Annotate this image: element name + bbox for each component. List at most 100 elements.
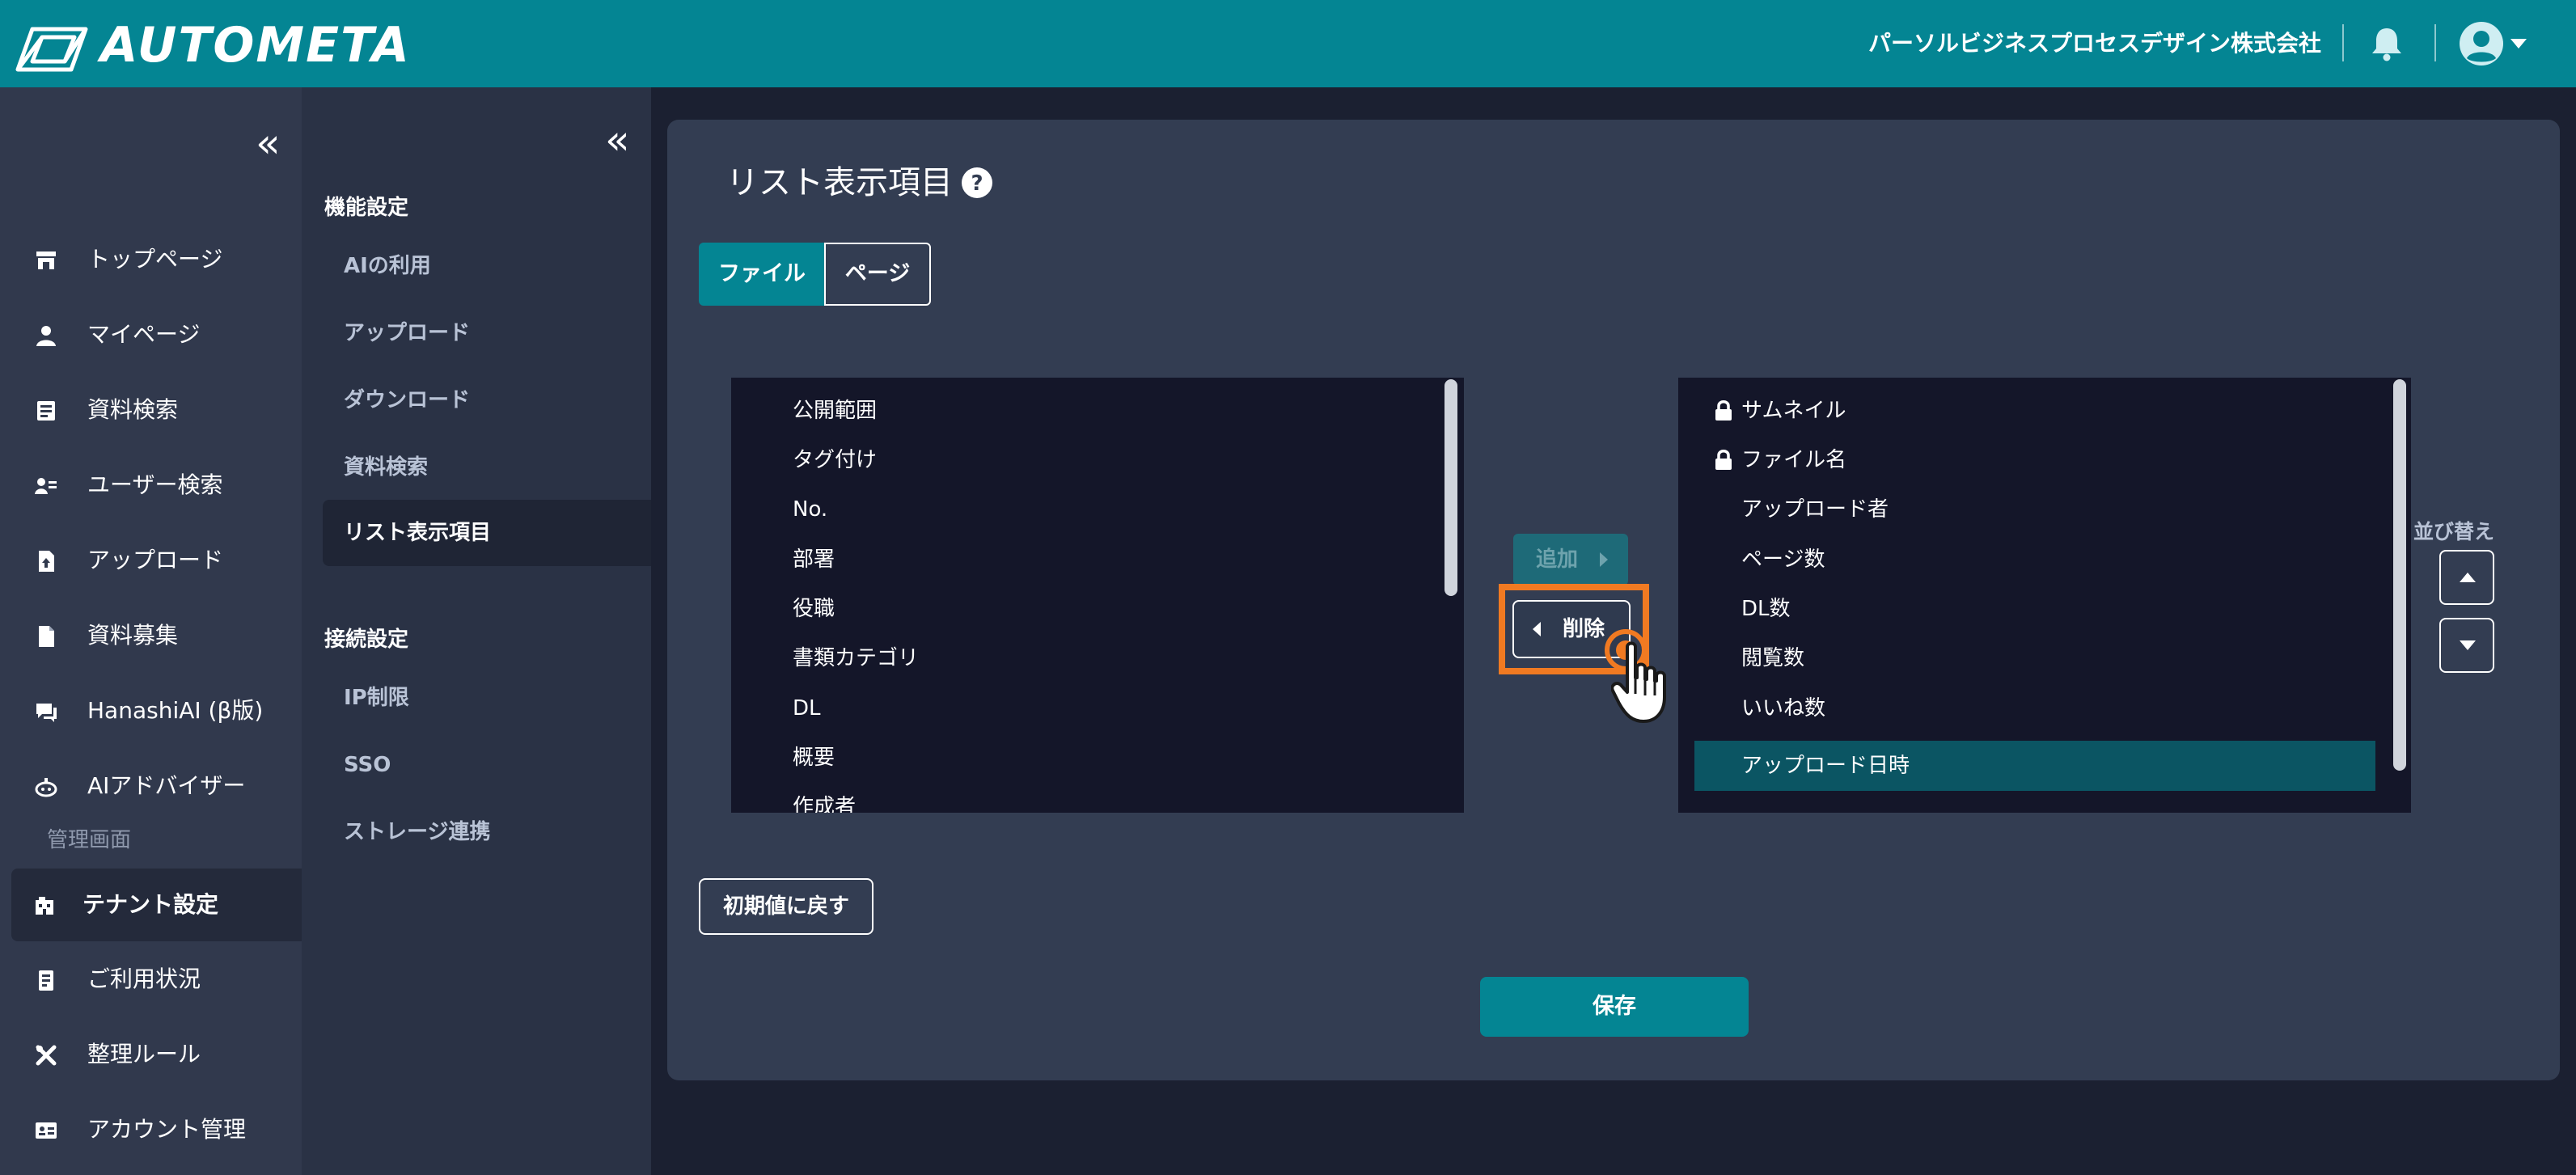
list-item[interactable]: 作成者 xyxy=(731,782,1464,813)
add-button-label: 追加 xyxy=(1536,547,1579,572)
sidebar-item-label: HanashiAI (β版) xyxy=(87,697,264,724)
feature-settings-heading: 機能設定 xyxy=(324,196,409,220)
list-item[interactable]: いいね数 xyxy=(1678,683,2411,733)
list-item-label: 閲覧数 xyxy=(1741,646,1805,670)
subsidebar-item-sso[interactable]: SSO xyxy=(323,732,651,798)
sidebar-item-usage[interactable]: ご利用状況 xyxy=(0,943,302,1016)
list-item[interactable]: DL xyxy=(731,683,1464,733)
sidebar-item-top[interactable]: トップページ xyxy=(0,223,302,296)
available-list-scrollbar[interactable] xyxy=(1445,379,1457,596)
tab-page[interactable]: ページ xyxy=(824,243,931,306)
list-item[interactable]: ファイル名 xyxy=(1678,435,2411,485)
subsidebar-item-upload[interactable]: アップロード xyxy=(323,300,651,366)
file-icon xyxy=(39,626,54,647)
list-item-label: 概要 xyxy=(793,746,835,770)
list-item[interactable]: タグ付け xyxy=(731,435,1464,485)
subsidebar-item-list-display[interactable]: リスト表示項目 xyxy=(323,500,651,566)
svg-text:?: ? xyxy=(971,171,983,196)
sidebar-collapse-button[interactable]: « xyxy=(256,123,281,163)
sidebar-item-tenant-settings[interactable]: テナント設定 xyxy=(11,869,302,941)
list-item-label: ページ数 xyxy=(1741,547,1825,572)
available-items-list[interactable]: 公開範囲 タグ付け No. 部署 役職 書類カテゴリ DL 概要 作成者 xyxy=(731,378,1464,813)
store-icon xyxy=(36,251,56,269)
list-item[interactable]: 概要 xyxy=(731,733,1464,783)
connection-settings-heading: 接続設定 xyxy=(324,628,409,652)
list-item-label: アップロード日時 xyxy=(1741,754,1910,778)
sidebar-item-document-search[interactable]: 資料検索 xyxy=(0,374,302,446)
list-item[interactable]: DL数 xyxy=(1678,584,2411,634)
subsidebar-item-label: ストレージ連携 xyxy=(344,820,491,844)
list-item[interactable]: ページ数 xyxy=(1678,535,2411,585)
sidebar-item-hanashiai[interactable]: HanashiAI (β版) xyxy=(0,674,302,747)
subsidebar-item-label: リスト表示項目 xyxy=(344,521,492,545)
robot-icon xyxy=(35,778,57,797)
subsidebar-item-label: SSO xyxy=(344,753,391,777)
caret-up-icon xyxy=(2460,573,2476,582)
subsidebar-item-label: AIの利用 xyxy=(344,254,431,278)
sidebar-item-user-search[interactable]: ユーザー検索 xyxy=(0,449,302,522)
bell-icon[interactable] xyxy=(2370,26,2404,61)
list-item-label: 作成者 xyxy=(793,795,857,813)
logo-text: AUTOMETA xyxy=(100,17,411,74)
sidebar-item-label: テナント設定 xyxy=(82,891,219,918)
user-search-icon xyxy=(35,478,57,494)
sidebar-item-ai-advisor[interactable]: AIアドバイザー xyxy=(0,750,302,822)
list-item-label: タグ付け xyxy=(793,448,878,472)
list-item-label: DL数 xyxy=(1741,597,1791,621)
logo-icon xyxy=(15,27,88,72)
subsidebar-item-label: IP制限 xyxy=(344,686,409,710)
list-item-label: 部署 xyxy=(793,547,835,572)
sidebar-item-label: アップロード xyxy=(87,547,224,573)
subsidebar-item-ip-restriction[interactable]: IP制限 xyxy=(323,665,651,731)
list-item[interactable]: 公開範囲 xyxy=(731,386,1464,436)
add-button[interactable]: 追加 xyxy=(1513,534,1628,585)
list-item[interactable]: 部署 xyxy=(731,535,1464,585)
subsidebar-item-label: 資料検索 xyxy=(344,455,429,480)
list-item[interactable]: 書類カテゴリ xyxy=(731,633,1464,683)
caret-right-icon xyxy=(1600,552,1608,567)
tab-file[interactable]: ファイル xyxy=(699,243,825,306)
list-item-label: サムネイル xyxy=(1741,399,1846,423)
sort-label: 並び替え xyxy=(2413,520,2495,543)
list-item-selected[interactable]: アップロード日時 xyxy=(1694,741,2375,791)
caret-down-icon[interactable] xyxy=(2510,38,2527,49)
move-up-button[interactable] xyxy=(2439,550,2494,605)
sidebar-item-rules[interactable]: 整理ルール xyxy=(0,1018,302,1091)
list-item-label: ファイル名 xyxy=(1741,448,1847,472)
list-item[interactable]: 閲覧数 xyxy=(1678,633,2411,683)
user-avatar-icon[interactable] xyxy=(2459,21,2504,66)
move-down-button[interactable] xyxy=(2439,618,2494,673)
sidebar-item-account[interactable]: アカウント管理 xyxy=(0,1093,302,1166)
list-item[interactable]: サムネイル xyxy=(1678,386,2411,436)
id-card-icon xyxy=(36,1122,57,1139)
remove-button-label: 削除 xyxy=(1563,617,1605,641)
chat-icon xyxy=(36,704,57,722)
caret-down-icon xyxy=(2460,640,2476,650)
list-item[interactable]: No. xyxy=(731,484,1464,535)
report-icon xyxy=(39,970,53,991)
save-button[interactable]: 保存 xyxy=(1480,977,1749,1037)
subsidebar-item-document-search[interactable]: 資料検索 xyxy=(323,434,651,501)
subsidebar-item-label: ダウンロード xyxy=(344,388,471,412)
subsidebar-item-download[interactable]: ダウンロード xyxy=(323,367,651,433)
sidebar-item-upload[interactable]: アップロード xyxy=(0,524,302,597)
list-item-label: 役職 xyxy=(793,597,835,621)
sidebar-item-recruit[interactable]: 資料募集 xyxy=(0,599,302,672)
list-item-label: 公開範囲 xyxy=(793,399,878,423)
lock-icon xyxy=(1715,450,1732,470)
subsidebar-item-ai[interactable]: AIの利用 xyxy=(323,233,651,299)
list-item-label: DL xyxy=(793,696,821,721)
selected-list-scrollbar[interactable] xyxy=(2393,379,2406,771)
app-header: AUTOMETA パーソルビジネスプロセスデザイン株式会社 xyxy=(0,0,2576,87)
reset-defaults-button[interactable]: 初期値に戻す xyxy=(699,878,873,935)
sidebar-item-mypage[interactable]: マイページ xyxy=(0,298,302,371)
subsidebar-item-storage[interactable]: ストレージ連携 xyxy=(323,799,651,865)
selected-items-list[interactable]: サムネイル ファイル名 アップロード者 ページ数 DL数 閲覧数 いいね数 アッ… xyxy=(1678,378,2411,813)
subsidebar-collapse-button[interactable]: « xyxy=(605,120,630,160)
list-item[interactable]: 役職 xyxy=(731,584,1464,634)
sidebar-item-label: 資料募集 xyxy=(87,622,179,649)
upload-file-icon xyxy=(39,551,54,572)
building-icon xyxy=(36,897,53,915)
help-circle-icon[interactable]: ? xyxy=(961,167,993,199)
list-item[interactable]: アップロード者 xyxy=(1678,484,2411,535)
